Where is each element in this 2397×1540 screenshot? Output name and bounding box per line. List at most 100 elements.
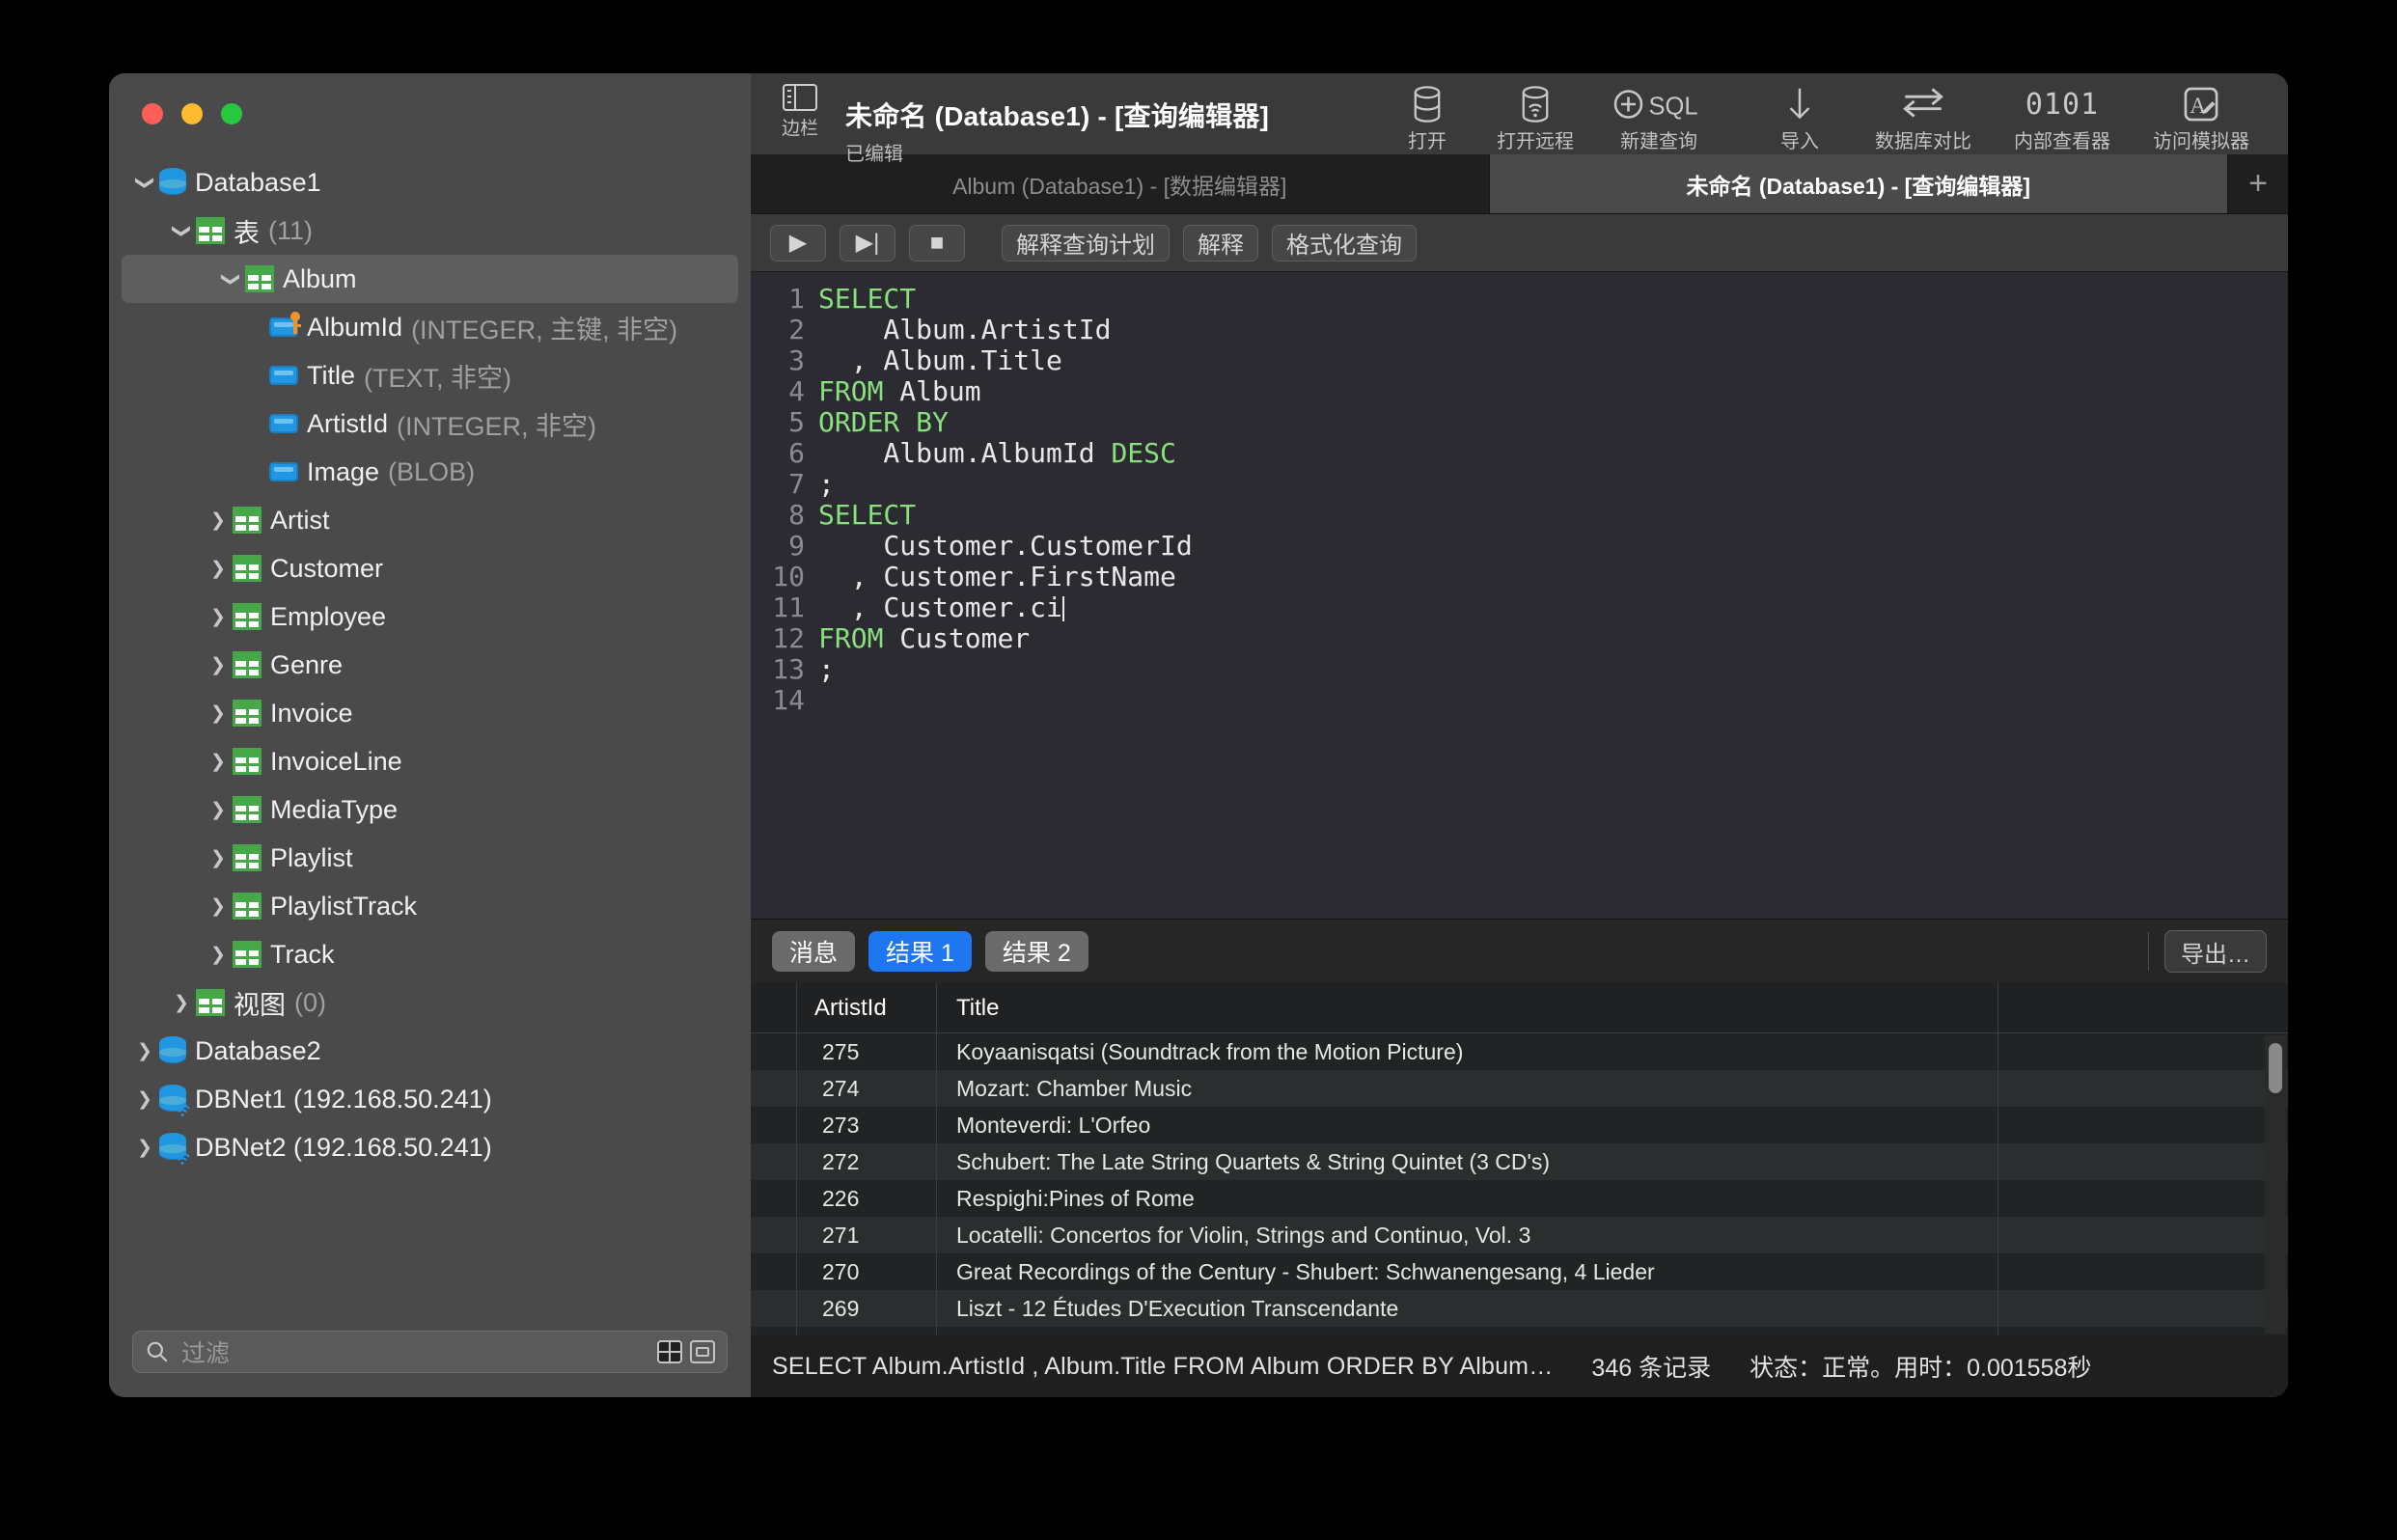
access-emulator-button[interactable]: A 访问模拟器 <box>2135 85 2267 153</box>
tree-item-albumid[interactable]: ❯AlbumId(INTEGER, 主键, 非空) <box>109 303 751 351</box>
tree-item-dbnet2-192-168-50-241[interactable]: ❯ DBNet2 (192.168.50.241) <box>109 1123 751 1171</box>
chevron-right-icon[interactable]: ❯ <box>130 1042 159 1060</box>
internal-viewer-button[interactable]: 0101 内部查看器 <box>1997 85 2128 153</box>
run-query-button[interactable]: ▶ <box>770 224 826 261</box>
chevron-right-icon[interactable]: ❯ <box>204 656 233 674</box>
cell-artistid[interactable]: 226 <box>797 1180 937 1217</box>
cell-title[interactable]: Koyaanisqatsi (Soundtrack from the Motio… <box>937 1033 1998 1070</box>
tree-item-artistid[interactable]: ❯ArtistId(INTEGER, 非空) <box>109 399 751 448</box>
row-handle[interactable] <box>751 1290 797 1327</box>
chevron-down-icon[interactable]: ❯ <box>221 264 241 293</box>
chevron-right-icon[interactable]: ❯ <box>204 608 233 626</box>
table-row[interactable]: 275 Koyaanisqatsi (Soundtrack from the Mo… <box>751 1033 2288 1070</box>
explain-query-plan-button[interactable]: 解释查询计划 <box>1002 224 1170 261</box>
chevron-right-icon[interactable]: ❯ <box>204 704 233 723</box>
results-scrollbar[interactable] <box>2265 1035 2286 1334</box>
open-remote-button[interactable]: 打开远程 <box>1485 85 1585 153</box>
import-button[interactable]: 导入 <box>1750 85 1850 153</box>
stop-query-button[interactable]: ■ <box>909 224 965 261</box>
cell-title[interactable]: Locatelli: Concertos for Violin, Strings… <box>937 1217 1998 1253</box>
tree-item-image[interactable]: ❯Image(BLOB) <box>109 448 751 496</box>
row-handle[interactable] <box>751 1253 797 1290</box>
chevron-right-icon[interactable]: ❯ <box>204 753 233 771</box>
table-row[interactable]: 269 Liszt - 12 Études D'Execution Transce… <box>751 1290 2288 1327</box>
run-step-button[interactable]: ▶| <box>840 224 895 261</box>
cell-artistid[interactable]: 273 <box>797 1107 937 1143</box>
maximize-button[interactable] <box>221 103 242 124</box>
chevron-right-icon[interactable]: ❯ <box>204 511 233 530</box>
column-header-artistid[interactable]: ArtistId <box>797 983 937 1032</box>
tree-item-invoice[interactable]: ❯ Invoice <box>109 689 751 737</box>
minimize-button[interactable] <box>181 103 203 124</box>
row-handle[interactable] <box>751 1217 797 1253</box>
tree-item-track[interactable]: ❯ Track <box>109 930 751 978</box>
sql-code-area[interactable]: SELECT Album.ArtistId , Album.Title FROM … <box>818 284 2288 716</box>
tree-item-playlisttrack[interactable]: ❯ PlaylistTrack <box>109 882 751 930</box>
grid-view-icon[interactable] <box>657 1340 682 1363</box>
column-header-title[interactable]: Title <box>937 983 1998 1032</box>
tree-item-customer[interactable]: ❯ Customer <box>109 544 751 592</box>
chevron-right-icon[interactable]: ❯ <box>204 560 233 578</box>
row-handle[interactable] <box>751 1327 797 1335</box>
row-handle[interactable] <box>751 1107 797 1143</box>
format-query-button[interactable]: 格式化查询 <box>1272 224 1417 261</box>
tree-item-artist[interactable]: ❯ Artist <box>109 496 751 544</box>
tree-item-employee[interactable]: ❯ Employee <box>109 592 751 641</box>
chevron-right-icon[interactable]: ❯ <box>204 801 233 819</box>
chevron-right-icon[interactable]: ❯ <box>130 1090 159 1109</box>
tree-item-invoiceline[interactable]: ❯ InvoiceLine <box>109 737 751 785</box>
chevron-down-icon[interactable]: ❯ <box>135 168 155 197</box>
row-handle[interactable] <box>751 1143 797 1180</box>
tree-item-[interactable]: ❯ 表 (11) <box>109 206 751 255</box>
chevron-right-icon[interactable]: ❯ <box>204 946 233 964</box>
cell-title[interactable]: Monteverdi: L'Orfeo <box>937 1107 1998 1143</box>
row-handle[interactable] <box>751 1180 797 1217</box>
table-row[interactable]: 272 Schubert: The Late String Quartets & … <box>751 1143 2288 1180</box>
cell-title[interactable]: Great Recordings of the Century: Paganin… <box>937 1327 1998 1335</box>
cell-artistid[interactable]: 271 <box>797 1217 937 1253</box>
tab-query-editor[interactable]: 未命名 (Database1) - [查询编辑器] <box>1489 154 2228 213</box>
sql-editor[interactable]: 1 2 3 4 5 6 7 8 9 10 11 12 13 14 SELECT Album.ArtistI… <box>751 272 2288 919</box>
cell-artistid[interactable]: 272 <box>797 1143 937 1180</box>
chevron-right-icon[interactable]: ❯ <box>167 994 196 1012</box>
export-button[interactable]: 导出… <box>2164 930 2267 973</box>
sidebar-toggle-button[interactable]: 边栏 <box>772 84 828 140</box>
tab-result-1[interactable]: 结果 1 <box>868 931 972 972</box>
tree-item-database2[interactable]: ❯ Database2 <box>109 1027 751 1075</box>
tree-item-[interactable]: ❯ 视图 (0) <box>109 978 751 1027</box>
tree-item-title[interactable]: ❯Title(TEXT, 非空) <box>109 351 751 399</box>
tab-messages[interactable]: 消息 <box>772 931 856 972</box>
cell-artistid[interactable]: 274 <box>797 1070 937 1107</box>
tree-item-database1[interactable]: ❯ Database1 <box>109 158 751 206</box>
cell-artistid[interactable]: 268 <box>797 1327 937 1335</box>
tree-item-album[interactable]: ❯ Album <box>122 255 738 303</box>
cell-artistid[interactable]: 269 <box>797 1290 937 1327</box>
close-button[interactable] <box>142 103 163 124</box>
cell-title[interactable]: Mozart: Chamber Music <box>937 1070 1998 1107</box>
search-input[interactable]: 过滤 <box>132 1331 728 1373</box>
tab-result-2[interactable]: 结果 2 <box>984 931 1088 972</box>
row-handle[interactable] <box>751 1033 797 1070</box>
cell-title[interactable]: Great Recordings of the Century - Shuber… <box>937 1253 1998 1290</box>
results-grid[interactable]: ArtistId Title 275 Koyaanisqatsi (Soundtr… <box>751 983 2288 1335</box>
results-scrollbar-thumb[interactable] <box>2269 1043 2282 1093</box>
table-row[interactable]: 270 Great Recordings of the Century - Shu… <box>751 1253 2288 1290</box>
chevron-right-icon[interactable]: ❯ <box>204 897 233 916</box>
db-compare-button[interactable]: 数据库对比 <box>1858 85 1989 153</box>
table-row[interactable]: 271 Locatelli: Concertos for Violin, Stri… <box>751 1217 2288 1253</box>
tree-item-mediatype[interactable]: ❯ MediaType <box>109 785 751 834</box>
single-view-icon[interactable] <box>690 1340 715 1363</box>
new-query-button[interactable]: SQL 新建查询 <box>1593 85 1724 153</box>
chevron-right-icon[interactable]: ❯ <box>204 849 233 867</box>
tree-item-genre[interactable]: ❯ Genre <box>109 641 751 689</box>
cell-artistid[interactable]: 270 <box>797 1253 937 1290</box>
open-button[interactable]: 打开 <box>1377 85 1477 153</box>
cell-title[interactable]: Schubert: The Late String Quartets & Str… <box>937 1143 1998 1180</box>
chevron-down-icon[interactable]: ❯ <box>172 216 192 245</box>
table-row[interactable]: 268Great Recordings of the Century: Paga… <box>751 1327 2288 1335</box>
chevron-right-icon[interactable]: ❯ <box>130 1139 159 1157</box>
tree-item-dbnet1-192-168-50-241[interactable]: ❯ DBNet1 (192.168.50.241) <box>109 1075 751 1123</box>
table-row[interactable]: 273 Monteverdi: L'Orfeo <box>751 1107 2288 1143</box>
cell-title[interactable]: Liszt - 12 Études D'Execution Transcenda… <box>937 1290 1998 1327</box>
cell-title[interactable]: Respighi:Pines of Rome <box>937 1180 1998 1217</box>
